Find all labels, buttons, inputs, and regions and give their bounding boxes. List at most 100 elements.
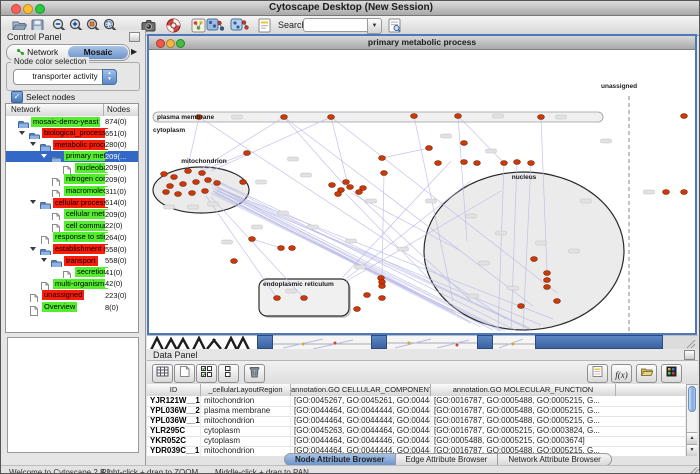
view-zoom-button[interactable] (176, 39, 185, 48)
matrix-icon[interactable] (218, 364, 239, 383)
tree-node-label: primary metabo (64, 151, 108, 161)
disclosure-triangle-icon[interactable] (30, 200, 36, 204)
view-close-button[interactable] (156, 39, 165, 48)
table-cell: cytoplasm (201, 426, 291, 436)
table-col-1[interactable]: _cellularLayoutRegion (201, 384, 291, 396)
table-cell: [GO:0016787, GO:0005488, GO:0005215, G..… (431, 416, 686, 426)
tree-node-label: transport (64, 256, 98, 266)
scroll-up-icon[interactable]: ▲ (687, 432, 697, 444)
matrix-view-icon[interactable] (661, 364, 682, 383)
background-window-pane[interactable] (273, 335, 371, 349)
tab-network-label: Network (27, 47, 58, 57)
tree-node-count: 209(0) (105, 210, 138, 219)
birds-eye-view[interactable] (7, 337, 139, 453)
search-input[interactable] (303, 18, 371, 32)
svg-text:nucleus: nucleus (512, 174, 537, 181)
close-button[interactable] (11, 4, 21, 14)
network-canvas[interactable]: plasma membranecytoplasmmitochondrionnuc… (149, 49, 695, 333)
tree-row-nitrogen-compo[interactable]: nitrogen compo209(0) (6, 174, 138, 186)
resize-grip-icon[interactable] (689, 467, 699, 474)
scroll-down-icon[interactable]: ▼ (687, 444, 697, 456)
table-cell: [GO:0044464, GO:0044444, GO:0044425, G..… (291, 406, 431, 416)
float-panel-icon[interactable] (684, 350, 695, 360)
table-cell: [GO:0045263, GO:0044464, GO:0044455, G..… (291, 426, 431, 436)
table-col-2[interactable]: annotation.GO CELLULAR_COMPONENT (291, 384, 431, 396)
tree-col-network[interactable]: Network (11, 105, 40, 114)
tree-node-count: 209(0) (105, 175, 138, 184)
data-panel-toolbar: f(x) (147, 360, 698, 385)
tree-row-unassigned[interactable]: unassigned223(0) (6, 290, 138, 302)
tree-row-establishment-of-lo[interactable]: establishment of lo558(0) (6, 244, 138, 256)
attribute-batch-icon[interactable] (196, 364, 217, 383)
table-cell: [GO:0016787, GO:0005488, GO:0005215, G..… (431, 396, 686, 406)
tree-row-primary-metabo[interactable]: primary metabo209(... (6, 151, 138, 163)
background-window-edge[interactable] (257, 335, 273, 349)
table-col-0[interactable]: ID (147, 384, 201, 396)
tree-row-transport[interactable]: transport558(0) (6, 255, 138, 267)
view-minimize-button[interactable] (166, 39, 175, 48)
view-window-titlebar[interactable]: primary metabolic process (149, 36, 695, 50)
tree-row-biological-process[interactable]: biological_process651(0) (6, 128, 138, 140)
background-window-edge[interactable] (477, 335, 493, 349)
tree-row-response-to-stimulu[interactable]: response to stimulu264(0) (6, 232, 138, 244)
manage-networks-icon[interactable] (206, 17, 223, 34)
status-pan-hint: Middle-click + drag to PAN (215, 468, 309, 474)
background-window-pane[interactable] (387, 335, 477, 349)
tree-node-label: cell communicat (64, 221, 108, 231)
table-cell: mitochondrion (201, 396, 291, 406)
table-cell: YDR039C__1 (147, 446, 201, 456)
tree-row-cellular-metabo[interactable]: cellular metabo209(0) (6, 209, 138, 221)
tree-row-cellular-process[interactable]: cellular process614(0) (6, 197, 138, 209)
tree-row-multi-organism-pro[interactable]: multi-organism pro42(0) (6, 278, 138, 290)
tree-row-macromolecule[interactable]: macromolecule311(0) (6, 186, 138, 198)
disclosure-triangle-icon[interactable] (30, 142, 36, 146)
select-nodes-checkbox[interactable]: ✓ (11, 91, 23, 103)
tree-row-nucleobase-[interactable]: nucleobase-209(0) (6, 162, 138, 174)
minimize-button[interactable] (23, 4, 33, 14)
help-icon[interactable] (165, 17, 182, 34)
tree-node-label: establishment of lo (53, 244, 108, 254)
create-attribute-icon[interactable] (174, 364, 195, 383)
table-cell: YPL036W__2 (147, 406, 201, 416)
tree-row-mosaic-demo-yeast[interactable]: mosaic-demo-yeast874(0) (6, 116, 138, 128)
scrollbar-thumb[interactable] (688, 386, 696, 412)
disclosure-triangle-icon[interactable] (19, 131, 25, 135)
disclosure-triangle-icon[interactable] (41, 258, 47, 262)
table-scrollbar[interactable]: ▲ ▼ (686, 385, 697, 456)
disclosure-triangle-icon[interactable] (41, 154, 47, 158)
tree-row-overview[interactable]: Overview8(0) (6, 302, 138, 314)
tab-overflow-arrow-icon[interactable]: ▶ (131, 47, 137, 56)
annotations-icon[interactable] (256, 17, 273, 34)
app-title: Cytoscape Desktop (New Session) (1, 1, 700, 15)
status-zoom-hint: Right-click + drag to ZOOM (101, 468, 198, 474)
delete-attribute-icon[interactable] (244, 364, 265, 383)
tree-node-label: biological_process (42, 128, 108, 138)
tree-col-nodes[interactable]: Nodes (107, 105, 130, 114)
tree-node-label: nitrogen compo (64, 174, 108, 184)
import-attributes-icon[interactable] (636, 364, 657, 383)
tree-node-count: 264(0) (105, 233, 138, 242)
select-attributes-icon[interactable] (152, 364, 173, 383)
background-window-edge[interactable] (535, 335, 663, 349)
disclosure-triangle-icon[interactable] (30, 247, 36, 251)
background-window-pane[interactable] (493, 335, 535, 349)
vizmapper-icon[interactable] (190, 17, 207, 34)
attribute-search-icon[interactable] (386, 17, 403, 34)
table-cell: YJR121W__1 (147, 396, 201, 406)
tree-node-label: metabolic process (53, 140, 108, 150)
function-builder-icon[interactable]: f(x) (611, 364, 632, 383)
node-color-selection-label: Node color selection (11, 57, 89, 66)
control-panel: Control Panel Network Mosaic ▶ Node colo… (1, 30, 146, 465)
attribute-report-icon[interactable] (587, 364, 608, 383)
zoom-button[interactable] (35, 4, 45, 14)
tree-row-metabolic-process[interactable]: metabolic process280(0) (6, 139, 138, 151)
search-dropdown-icon[interactable]: ▼ (367, 18, 382, 34)
tree-node-count: 223(0) (105, 291, 138, 300)
tree-row-secretion[interactable]: secretion41(0) (6, 267, 138, 279)
tree-row-cell-communicat[interactable]: cell communicat22(0) (6, 220, 138, 232)
table-col-3[interactable]: annotation.GO MOLECULAR_FUNCTION (431, 384, 616, 396)
float-panel-icon[interactable] (129, 32, 140, 42)
network-overlay-icon[interactable] (230, 17, 247, 34)
dropdown-stepper-icon[interactable]: ▲▼ (102, 69, 117, 85)
background-window-edge[interactable] (371, 335, 387, 349)
